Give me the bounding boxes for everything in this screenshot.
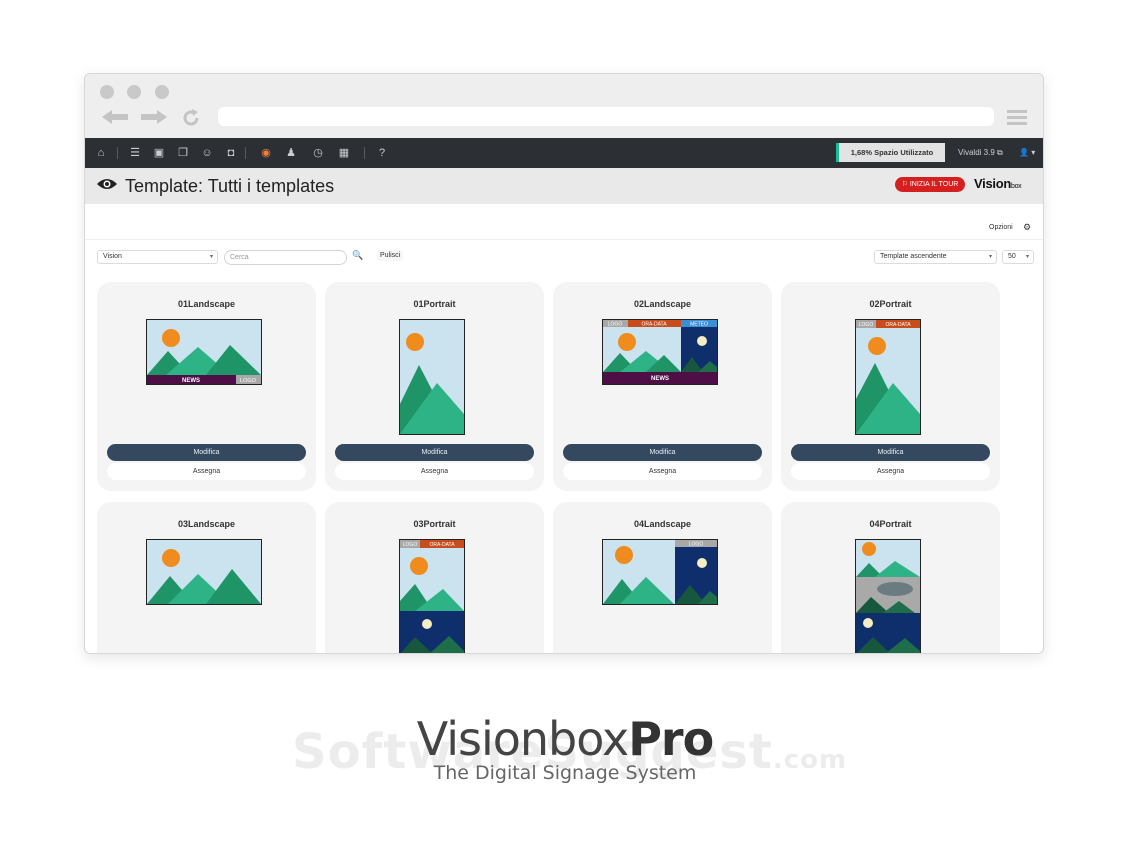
chevron-down-icon: ▾ (988, 254, 992, 260)
news-label: NEWS (182, 378, 200, 384)
start-tour-button[interactable]: ⚐ INIZIA IL TOUR (895, 177, 965, 192)
clock-icon[interactable]: ◷ (311, 146, 325, 160)
template-card[interactable]: 02Portrait LOGO ORA-DATA Modifica Assegn… (781, 282, 1000, 491)
options-row: Opzioni ⚙ (85, 204, 1043, 240)
template-card[interactable]: 01Portrait Modifica Assegna (325, 282, 544, 491)
home-icon[interactable]: ⌂ (94, 146, 108, 160)
layers-icon[interactable]: ❐ (176, 146, 190, 160)
logo-label: LOGO (859, 322, 874, 328)
help-icon[interactable]: ? (375, 146, 389, 160)
version-link[interactable]: Vivaldi 3.9 ⧉ (958, 138, 1003, 168)
news-label: NEWS (651, 376, 669, 382)
search-input[interactable]: Cerca (224, 250, 347, 265)
template-card[interactable]: 03Landscape (97, 502, 316, 653)
edit-button[interactable]: Modifica (791, 444, 990, 461)
logo-label: LOGO (240, 378, 257, 384)
assign-button[interactable]: Assegna (791, 463, 990, 480)
logo-label: LOGO (403, 542, 418, 548)
chevron-down-icon: ▾ (1025, 254, 1029, 260)
eye-icon[interactable]: ◉ (259, 146, 273, 160)
edit-button[interactable]: Modifica (335, 444, 534, 461)
page-size-select[interactable]: 50 ▾ (1002, 250, 1034, 264)
search-icon[interactable]: 🔍 (352, 250, 363, 261)
template-preview (855, 539, 921, 653)
gear-icon[interactable]: ⚙ (1023, 222, 1031, 233)
browser-window: ⌂ ☰ ▣ ❐ ☺ ◘ ◉ ♟ ◷ ▦ ? 1,68% Spazio Utili… (84, 73, 1044, 654)
user-menu[interactable]: 👤 ▾ (1019, 138, 1035, 168)
options-button[interactable]: Opzioni (989, 224, 1013, 231)
template-preview (399, 319, 465, 435)
template-title: 03Portrait (413, 519, 456, 529)
box-icon[interactable]: ◘ (224, 146, 238, 160)
product-branding: VisionboxPro The Digital Signage System (0, 712, 1130, 784)
template-card[interactable]: 04Landscape LOGO (553, 502, 772, 653)
back-arrow-icon[interactable] (100, 108, 130, 126)
window-dot-close[interactable] (100, 85, 114, 99)
template-title: 04Landscape (633, 519, 692, 529)
list-icon[interactable]: ☰ (128, 146, 142, 160)
meteo-label: METEO (690, 322, 708, 328)
template-preview: LOGO ORA-DATA (855, 319, 921, 435)
user-icon: 👤 (1019, 148, 1029, 157)
browser-chrome (85, 74, 1043, 138)
ora-data-label: ORA-DATA (885, 322, 911, 328)
template-title: 01Landscape (177, 299, 236, 309)
assign-button[interactable]: Assegna (563, 463, 762, 480)
template-card[interactable]: 04Portrait (781, 502, 1000, 653)
assign-button[interactable]: Assegna (107, 463, 306, 480)
toolbar-separator (117, 147, 118, 159)
ora-data-label: ORA-DATA (429, 542, 455, 548)
smiley-icon[interactable]: ☺ (200, 146, 214, 160)
visionbox-logo: Visionbox (974, 176, 1022, 191)
page-header: Template: Tutti i templates ⚐ INIZIA IL … (85, 168, 1043, 204)
template-preview: LOGO (602, 539, 718, 605)
browser-menu-icon[interactable] (1007, 110, 1027, 125)
storage-usage-badge: 1,68% Spazio Utilizzato (836, 143, 945, 162)
toolbar-separator (364, 147, 365, 159)
template-card[interactable]: 02Landscape LOGO ORA-DATA METEO NEWS Mod… (553, 282, 772, 491)
template-title: 02Portrait (869, 299, 912, 309)
template-preview: LOGO ORA-DATA METEO NEWS (602, 319, 718, 385)
logo-label: LOGO (608, 322, 623, 328)
image-icon[interactable]: ▣ (152, 146, 166, 160)
eye-icon (97, 179, 117, 189)
template-title: 02Landscape (633, 299, 692, 309)
toolbar-separator (245, 147, 246, 159)
template-preview (146, 539, 262, 605)
chevron-down-icon: ▾ (209, 254, 213, 260)
window-dot-minimize[interactable] (127, 85, 141, 99)
template-title: 01Portrait (413, 299, 456, 309)
page-title: Template: Tutti i templates (125, 176, 335, 196)
window-dot-maximize[interactable] (155, 85, 169, 99)
group-select[interactable]: Vision ▾ (97, 250, 218, 264)
user-icon[interactable]: ♟ (284, 146, 298, 160)
template-preview: NEWS LOGO (146, 319, 262, 385)
edit-button[interactable]: Modifica (107, 444, 306, 461)
template-card[interactable]: 01Landscape NEWS LOGO Modifica Assegna (97, 282, 316, 491)
grid-icon[interactable]: ▦ (337, 146, 351, 160)
assign-button[interactable]: Assegna (335, 463, 534, 480)
template-title: 04Portrait (869, 519, 912, 529)
reload-icon[interactable] (181, 108, 201, 128)
clear-button[interactable]: Pulisci (377, 250, 404, 261)
edit-button[interactable]: Modifica (563, 444, 762, 461)
app-toolbar: ⌂ ☰ ▣ ❐ ☺ ◘ ◉ ♟ ◷ ▦ ? 1,68% Spazio Utili… (85, 138, 1043, 168)
brand-name: VisionboxPro (416, 712, 714, 766)
forward-arrow-icon[interactable] (139, 108, 169, 126)
chevron-down-icon: ▾ (1031, 148, 1036, 157)
template-preview: LOGO ORA-DATA (399, 539, 465, 653)
brand-tagline: The Digital Signage System (433, 762, 697, 784)
logo-label: LOGO (689, 542, 704, 548)
template-card[interactable]: 03Portrait LOGO ORA-DATA (325, 502, 544, 653)
sort-select[interactable]: Template ascendente ▾ (874, 250, 997, 264)
ora-data-label: ORA-DATA (641, 322, 667, 328)
url-bar[interactable] (218, 107, 994, 126)
template-title: 03Landscape (177, 519, 236, 529)
